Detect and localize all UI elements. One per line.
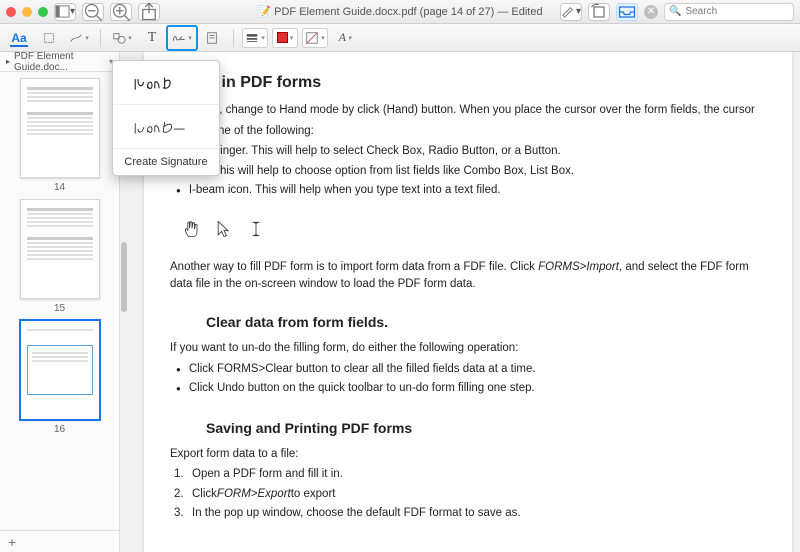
- document-tab[interactable]: ▸ PDF Element Guide.doc... ▾: [0, 52, 119, 72]
- inbox-button[interactable]: [616, 3, 638, 21]
- list-item: nting finger. This will help to select C…: [170, 143, 766, 160]
- font-style-tool[interactable]: A▾: [332, 28, 358, 48]
- zoom-out-button[interactable]: [82, 3, 104, 21]
- fullscreen-window-button[interactable]: [38, 7, 48, 17]
- signature-option-2[interactable]: [113, 105, 219, 149]
- window-titlebar: ▾ 📝 PDF Element Guide.docx.pdf (page 14 …: [0, 0, 800, 24]
- draw-tool[interactable]: ▾: [66, 28, 92, 48]
- document-tab-label: PDF Element Guide.doc...: [14, 51, 105, 73]
- page-thumbnail[interactable]: 14: [8, 78, 111, 193]
- rotate-button[interactable]: [588, 3, 610, 21]
- list-item: Click Undo button on the quick toolbar t…: [170, 380, 766, 397]
- list-item: I-beam icon. This will help when you typ…: [170, 182, 766, 199]
- signature-dropdown: Create Signature: [112, 60, 220, 176]
- search-field[interactable]: 🔍: [664, 3, 794, 21]
- markup-toolbar-button[interactable]: ▾: [560, 3, 582, 21]
- document-page: Filling in PDF forms PDF form, change to…: [144, 52, 792, 552]
- page-thumbnail[interactable]: 16: [8, 320, 111, 435]
- search-input[interactable]: [685, 6, 789, 17]
- sign-tool[interactable]: ▾: [169, 28, 195, 48]
- stroke-color-tool[interactable]: ▾: [272, 28, 298, 48]
- page-number: 16: [54, 424, 65, 435]
- list-item: Click FORM>Export to export: [170, 486, 766, 503]
- shapes-tool[interactable]: ▾: [109, 28, 135, 48]
- cursor-icons-illustration: [182, 217, 766, 241]
- add-page-button[interactable]: +: [0, 530, 119, 552]
- heading: Clear data from form fields.: [206, 314, 766, 330]
- note-tool[interactable]: [199, 28, 225, 48]
- line-style-tool[interactable]: ▾: [242, 28, 268, 48]
- scrollbar-thumb[interactable]: [121, 242, 127, 312]
- color-swatch: [277, 32, 288, 43]
- page-thumbnail[interactable]: 15: [8, 199, 111, 314]
- heading: Filling in PDF forms: [170, 74, 766, 92]
- window-controls: [6, 7, 48, 17]
- ibeam-cursor-icon: [246, 217, 266, 241]
- list-item: row. This will help to choose option fro…: [170, 163, 766, 180]
- signature-option-1[interactable]: [113, 61, 219, 105]
- markup-toolbar: Aa ▾ ▾ T ▾ ▾ ▾ ▾ A▾: [0, 24, 800, 52]
- clear-search-icon[interactable]: ✕: [644, 5, 658, 19]
- search-icon: 🔍: [669, 6, 681, 17]
- sidebar-toggle-button[interactable]: ▾: [54, 3, 76, 21]
- create-signature-button[interactable]: Create Signature: [113, 149, 219, 175]
- zoom-in-button[interactable]: [110, 3, 132, 21]
- close-window-button[interactable]: [6, 7, 16, 17]
- list-item: In the pop up window, choose the default…: [170, 505, 766, 522]
- list-item: Open a PDF form and fill it in.: [170, 466, 766, 483]
- text-tool[interactable]: T: [139, 28, 165, 48]
- text-highlight-tool[interactable]: Aa: [6, 28, 32, 48]
- page-number: 15: [54, 303, 65, 314]
- page-number: 14: [54, 182, 65, 193]
- document-viewport[interactable]: Filling in PDF forms PDF form, change to…: [120, 52, 800, 552]
- fill-color-tool[interactable]: ▾: [302, 28, 328, 48]
- thumbnail-sidebar: ▸ PDF Element Guide.doc... ▾ 14 15 16 +: [0, 52, 120, 552]
- list-item: Click FORMS>Clear button to clear all th…: [170, 361, 766, 378]
- heading: Saving and Printing PDF forms: [206, 420, 766, 436]
- hand-cursor-icon: [182, 217, 202, 241]
- crop-tool[interactable]: [36, 28, 62, 48]
- share-button[interactable]: [138, 3, 160, 21]
- arrow-cursor-icon: [214, 217, 234, 241]
- minimize-window-button[interactable]: [22, 7, 32, 17]
